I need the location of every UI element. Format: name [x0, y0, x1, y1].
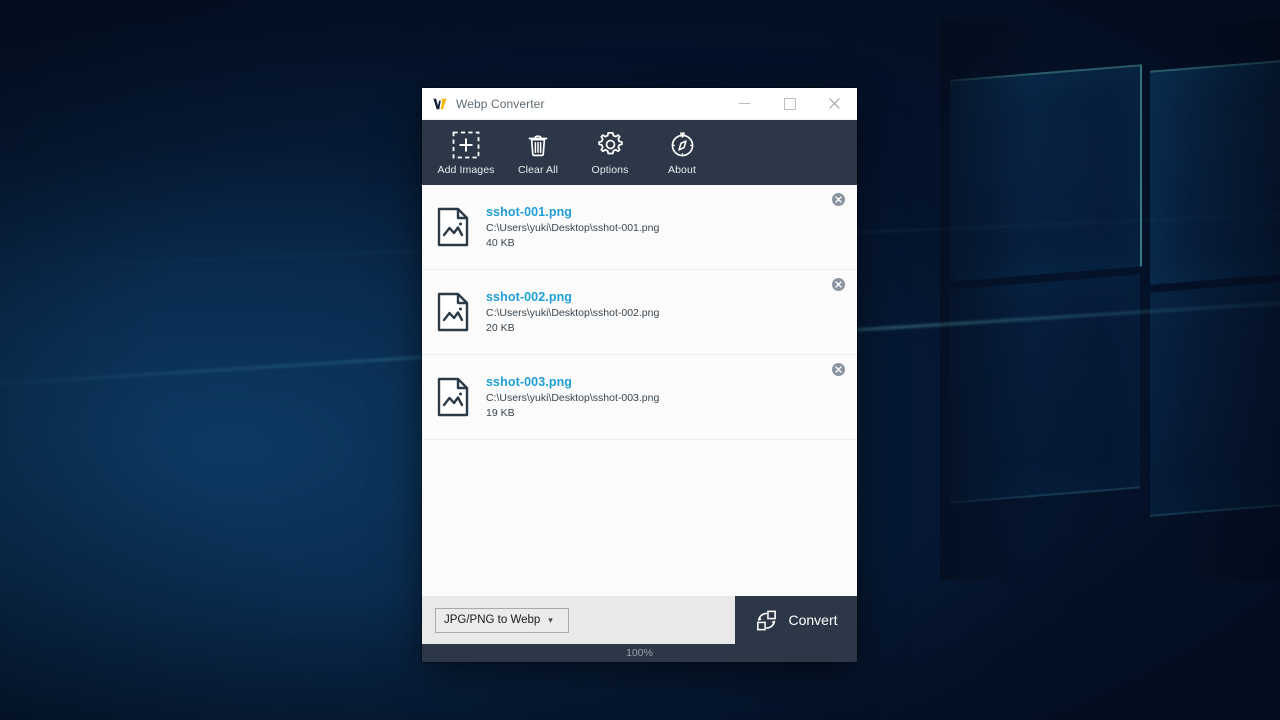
- main-toolbar: Add Images Clear All Options About: [422, 120, 857, 185]
- file-list-item[interactable]: sshot-003.png C:\Users\yuki\Desktop\ssho…: [422, 355, 857, 440]
- trash-icon: [524, 130, 552, 160]
- toolbar-button-about[interactable]: About: [646, 124, 718, 182]
- status-progress-text: 100%: [626, 647, 653, 659]
- window-controls: [722, 88, 857, 119]
- chevron-down-icon: ▾: [548, 614, 553, 625]
- gear-icon: [596, 130, 625, 160]
- toolbar-button-add-images[interactable]: Add Images: [430, 124, 502, 182]
- toolbar-label-options: Options: [591, 163, 629, 176]
- file-size: 20 KB: [486, 322, 515, 334]
- conversion-format-value: JPG/PNG to Webp: [444, 614, 541, 626]
- webp-converter-window: Webp Converter Add Images Clear All Opti…: [422, 88, 857, 662]
- file-list[interactable]: sshot-001.png C:\Users\yuki\Desktop\ssho…: [422, 185, 857, 596]
- bottom-action-bar: JPG/PNG to Webp ▾ Convert: [422, 596, 857, 644]
- image-file-icon: [437, 207, 469, 247]
- conversion-format-select[interactable]: JPG/PNG to Webp ▾: [435, 607, 569, 633]
- format-select-wrapper: JPG/PNG to Webp ▾: [422, 596, 735, 644]
- file-name: sshot-001.png: [486, 205, 573, 219]
- remove-file-button[interactable]: [832, 363, 845, 376]
- file-path: C:\Users\yuki\Desktop\sshot-001.png: [486, 222, 660, 234]
- add-images-icon: [452, 130, 480, 160]
- toolbar-button-clear-all[interactable]: Clear All: [502, 124, 574, 182]
- file-info: sshot-001.png C:\Users\yuki\Desktop\ssho…: [486, 205, 659, 249]
- image-file-icon: [437, 292, 469, 332]
- remove-circle-icon: [835, 366, 842, 373]
- status-bar: 100%: [422, 644, 857, 662]
- file-size: 40 KB: [486, 237, 515, 249]
- maximize-button[interactable]: [767, 88, 812, 119]
- convert-button-label: Convert: [788, 612, 838, 628]
- maximize-icon: [783, 97, 796, 110]
- file-list-item[interactable]: sshot-002.png C:\Users\yuki\Desktop\ssho…: [422, 270, 857, 355]
- convert-icon: [757, 610, 777, 630]
- toolbar-label-clear-all: Clear All: [518, 163, 558, 176]
- convert-button[interactable]: Convert: [735, 596, 857, 644]
- compass-icon: [668, 130, 697, 160]
- remove-file-button[interactable]: [832, 193, 845, 206]
- toolbar-label-about: About: [668, 163, 696, 176]
- minimize-button[interactable]: [722, 88, 767, 119]
- file-list-item[interactable]: sshot-001.png C:\Users\yuki\Desktop\ssho…: [422, 185, 857, 270]
- remove-circle-icon: [835, 281, 842, 288]
- image-file-icon: [437, 377, 469, 417]
- file-path: C:\Users\yuki\Desktop\sshot-003.png: [486, 392, 660, 404]
- window-title: Webp Converter: [456, 96, 545, 111]
- webp-w-logo-icon: [433, 98, 447, 109]
- toolbar-label-add-images: Add Images: [437, 163, 495, 176]
- file-name: sshot-003.png: [486, 375, 573, 389]
- file-info: sshot-003.png C:\Users\yuki\Desktop\ssho…: [486, 375, 659, 419]
- file-name: sshot-002.png: [486, 290, 573, 304]
- desktop-background: Webp Converter Add Images Clear All Opti…: [0, 0, 1280, 720]
- minimize-icon: [739, 103, 750, 104]
- title-bar[interactable]: Webp Converter: [422, 88, 857, 120]
- remove-file-button[interactable]: [832, 278, 845, 291]
- close-button[interactable]: [812, 88, 857, 119]
- toolbar-button-options[interactable]: Options: [574, 124, 646, 182]
- file-size: 19 KB: [486, 407, 515, 419]
- file-info: sshot-002.png C:\Users\yuki\Desktop\ssho…: [486, 290, 659, 334]
- close-icon: [829, 98, 840, 109]
- file-path: C:\Users\yuki\Desktop\sshot-002.png: [486, 307, 660, 319]
- remove-circle-icon: [835, 196, 842, 203]
